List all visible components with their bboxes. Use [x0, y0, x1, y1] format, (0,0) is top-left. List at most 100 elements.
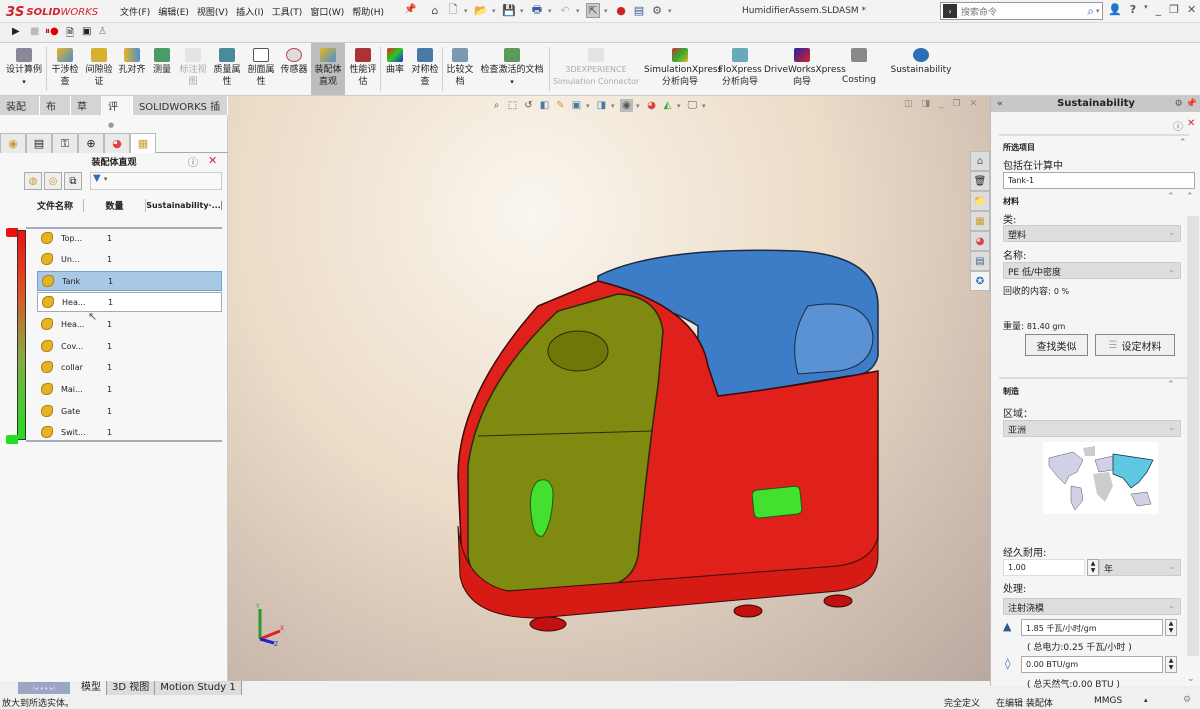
select-dropdown[interactable]: ▾ — [604, 7, 610, 15]
region-world-map[interactable] — [1043, 442, 1158, 514]
user-icon[interactable]: 👤 — [1108, 3, 1122, 16]
component-row[interactable]: Top... 1 — [37, 228, 222, 248]
help-icon[interactable]: ⓘ — [188, 154, 198, 169]
solidworks-resources-icon[interactable]: ⌂ — [970, 151, 990, 171]
simulationxpress-button[interactable]: SimulationXpress 分析向导 — [644, 43, 722, 95]
unit-system[interactable]: MMGS — [1094, 696, 1122, 706]
new-document-icon[interactable]: 🗋 — [446, 3, 460, 18]
3dexperience-simulation-button[interactable]: 3DEXPERIENCE Simulation Connector — [551, 43, 641, 95]
component-row-selected[interactable]: Tank 1 — [37, 271, 222, 291]
edit-macro-icon[interactable]: ▣ — [82, 26, 91, 37]
humidifier-3d-model[interactable] — [418, 236, 898, 636]
component-row-hover[interactable]: Hea... 1 — [37, 292, 222, 312]
built-to-last-spinner[interactable]: ▲ ▼ — [1087, 559, 1099, 576]
edit-appearance-icon[interactable]: ◕ — [645, 99, 658, 112]
menu-view[interactable]: 视图(V) — [197, 5, 236, 18]
power-switch[interactable] — [751, 485, 803, 519]
units-dropdown[interactable]: ▴ — [1144, 696, 1148, 704]
apply-scene-icon[interactable]: ◭ — [661, 99, 674, 112]
component-row[interactable]: Un... 1 — [37, 249, 222, 269]
previous-view-icon[interactable]: ↺ — [522, 99, 535, 112]
clearance-verification-button[interactable]: 间隙验证 — [82, 43, 116, 95]
split-vertical-icon[interactable]: ◨ — [922, 99, 931, 109]
customize-macro-icon[interactable]: ♙ — [98, 26, 107, 37]
print-icon[interactable]: 🖶 — [530, 3, 544, 18]
compare-documents-button[interactable]: 比较文档 — [444, 43, 476, 95]
built-to-last-input[interactable]: 1.00 — [1003, 559, 1085, 576]
interference-detection-button[interactable]: 干涉检查 — [48, 43, 82, 95]
pin-menu-icon[interactable]: 📌 — [404, 4, 416, 15]
viewport-close-icon[interactable]: ✕ — [970, 99, 978, 109]
menu-insert[interactable]: 插入(I) — [236, 5, 272, 18]
help-dropdown[interactable]: ▾ — [1144, 3, 1148, 16]
sensor-button[interactable]: 传感器 — [278, 43, 310, 95]
graphics-area[interactable]: ⌕ ⬚ ↺ ◧ ✎ ▣ ▾ ◨ ▾ ◉ ▾ ◕ ◭ ▾ 🖵 ▾ ◫ ◨ _ ❐ ✕ — [228, 96, 990, 681]
viewport-restore-icon[interactable]: ❐ — [953, 99, 961, 109]
print-dropdown[interactable]: ▾ — [548, 7, 554, 15]
close-panel-icon[interactable]: ✕ — [208, 154, 217, 167]
save-dropdown[interactable]: ▾ — [520, 7, 526, 15]
group-view-icon[interactable]: ⧉ — [64, 172, 82, 190]
natural-gas-spinner[interactable]: ▲ ▼ — [1165, 656, 1177, 673]
markup-view-button[interactable]: 标注视图 — [176, 43, 210, 95]
pane-options-icons[interactable]: ⚙ 📌 — [1175, 96, 1197, 112]
configurationmanager-tab-icon[interactable]: ⚿ — [52, 133, 78, 153]
open-icon[interactable]: 📂 — [474, 3, 488, 18]
column-quantity[interactable]: 数量 — [84, 198, 146, 212]
check-active-document-button[interactable]: 检查激活的文档 ▾ — [476, 43, 548, 95]
scene-dropdown[interactable]: ▾ — [677, 102, 683, 110]
hide-show-dropdown[interactable]: ▾ — [636, 102, 642, 110]
customize-status-icon[interactable]: ⚙ — [1183, 695, 1191, 705]
options-dropdown[interactable]: ▾ — [668, 7, 674, 15]
mass-properties-button[interactable]: 质量属性 — [210, 43, 244, 95]
view-palette-icon[interactable]: ▦ — [970, 211, 990, 231]
nested-view-icon[interactable]: ◎ — [44, 172, 62, 190]
featuremanager-tab-icon[interactable]: ◉ — [0, 133, 26, 153]
new-macro-icon[interactable]: 🗎 — [66, 26, 74, 43]
pane-scrollbar[interactable] — [1187, 216, 1199, 656]
tab-evaluate[interactable]: 评估 — [101, 96, 133, 128]
electricity-spinner[interactable]: ▲ ▼ — [1165, 619, 1177, 636]
component-row[interactable]: Cov... 1 — [37, 336, 222, 356]
search-input[interactable]: 搜索命令 — [961, 5, 1087, 18]
floxpress-button[interactable]: FloXpress 分析向导 — [718, 43, 762, 95]
costing-button[interactable]: Costing — [840, 43, 878, 95]
tab-assembly[interactable]: 装配体 — [0, 96, 40, 128]
set-material-button[interactable]: ☰ 设定材料 — [1095, 334, 1175, 356]
menu-window[interactable]: 窗口(W) — [310, 5, 352, 18]
collapse-pane-icon[interactable]: « — [997, 96, 1003, 112]
dimxpert-tab-icon[interactable]: ⊕ — [78, 133, 104, 153]
assembly-visualization-button[interactable]: 装配体直观 — [311, 43, 345, 95]
split-horizontal-icon[interactable]: ◫ — [904, 99, 913, 109]
undo-dropdown[interactable]: ▾ — [576, 7, 582, 15]
tab-solidworks-addins[interactable]: SOLIDWORKS 插件 — [132, 96, 228, 128]
minimize-icon[interactable]: _ — [1156, 3, 1162, 16]
tab-model[interactable]: 模型 — [76, 681, 107, 695]
measure-button[interactable]: 测量 — [148, 43, 176, 95]
component-row[interactable]: Swit... 1 — [37, 422, 222, 442]
record-macro-icon[interactable]: ⏸● — [45, 26, 59, 37]
natural-gas-input[interactable]: 0.00 BTU/gm — [1021, 656, 1163, 673]
tab-3d-views[interactable]: 3D 视图 — [107, 681, 156, 695]
assembly-visualization-tab-icon[interactable]: ▦ — [130, 133, 156, 153]
selected-item-field[interactable]: Tank-1 — [1003, 172, 1195, 189]
propertymanager-tab-icon[interactable]: ▤ — [26, 133, 52, 153]
file-explorer-icon[interactable]: 📁 — [970, 191, 990, 211]
tab-navigation-arrows[interactable]: |◂ ◂ ▸ ▸| — [18, 682, 70, 694]
find-similar-button[interactable]: 查找类似 — [1025, 334, 1088, 356]
column-filename[interactable]: 文件名称 — [0, 198, 84, 212]
design-study-button[interactable]: 设计算例 ▾ — [2, 43, 46, 95]
zoom-to-fit-icon[interactable]: ⌕ — [490, 99, 503, 112]
rebuild-icon[interactable]: ● — [614, 3, 628, 18]
component-row[interactable]: Gate 1 — [37, 401, 222, 421]
section-properties-button[interactable]: 剖面属性 — [244, 43, 278, 95]
tab-layout[interactable]: 布局 — [39, 96, 71, 128]
displaymanager-tab-icon[interactable]: ◕ — [104, 133, 130, 153]
tab-sketch[interactable]: 草图 — [70, 96, 102, 128]
stop-macro-icon[interactable]: ■ — [30, 26, 39, 37]
class-select[interactable]: 塑料 ⌄ — [1003, 225, 1181, 242]
performance-evaluation-button[interactable]: 性能评估 — [346, 43, 380, 95]
view-settings-dropdown[interactable]: ▾ — [702, 102, 708, 110]
solidworks-logo[interactable]: 3S SOLIDWORKS — [6, 3, 98, 21]
section-view-icon[interactable]: ◧ — [538, 99, 551, 112]
